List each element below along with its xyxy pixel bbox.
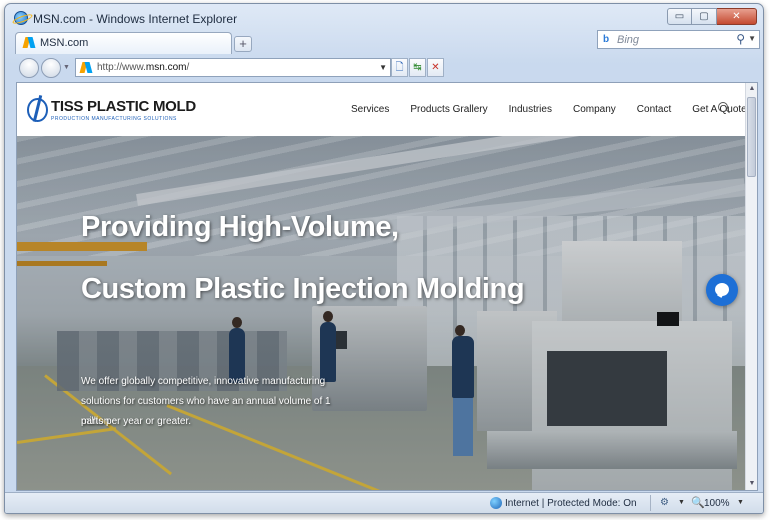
zoom-chevron-down-icon[interactable]: ▼	[737, 499, 744, 506]
logo-name: TISS PLASTIC MOLD	[51, 98, 196, 115]
url-prefix: http://www.	[97, 62, 146, 73]
hero-subtitle-line-3: parts per year or greater.	[81, 416, 192, 427]
hero-subtitle-line-1: We offer globally competitive, innovativ…	[81, 376, 326, 387]
page-viewport: TISS PLASTIC MOLD PRODUCTION MANUFACTURI…	[16, 82, 758, 491]
menu-item-company[interactable]: Company	[573, 104, 616, 115]
back-button[interactable]	[19, 58, 39, 78]
internet-explorer-icon	[14, 11, 28, 25]
scrollbar-thumb[interactable]	[747, 97, 756, 177]
search-icon[interactable]: ⚲	[736, 32, 745, 46]
vertical-scrollbar[interactable]: ▲ ▼	[745, 83, 757, 490]
refresh-icon[interactable]: ↹	[409, 58, 426, 77]
close-button[interactable]: ✕	[717, 8, 757, 25]
title-bar: MSN.com - Windows Internet Explorer ▭ ▢ …	[5, 4, 763, 32]
tab-label: MSN.com	[40, 37, 89, 49]
site-search-icon[interactable]	[718, 102, 728, 112]
address-dropdown-chevron-icon[interactable]: ▼	[379, 63, 387, 72]
navigation-bar: ▼ http://www.msn.com/ ▼ 🗋 ↹ ✕	[5, 55, 763, 81]
hero-banner: Providing High-Volume, Custom Plastic In…	[17, 136, 747, 490]
tools-chevron-down-icon[interactable]: ▼	[678, 499, 685, 506]
forward-button[interactable]	[41, 58, 61, 78]
scroll-up-icon[interactable]: ▲	[747, 84, 757, 94]
compatibility-view-icon[interactable]: 🗋	[391, 58, 408, 77]
hero-overlay	[17, 136, 747, 490]
url-suffix: /	[186, 62, 190, 73]
scroll-down-icon[interactable]: ▼	[747, 479, 757, 489]
zoom-icon[interactable]: 🔍	[691, 496, 705, 509]
status-divider	[650, 495, 651, 511]
menu-item-products-gallery[interactable]: Products Grallery	[410, 104, 487, 115]
site-menu: Services Products Grallery Industries Co…	[351, 104, 757, 115]
search-input[interactable]: Bing	[617, 34, 639, 46]
window-title: MSN.com - Windows Internet Explorer	[33, 12, 238, 26]
chat-button[interactable]	[706, 274, 738, 306]
site-header: TISS PLASTIC MOLD PRODUCTION MANUFACTURI…	[17, 83, 747, 136]
tab-msn[interactable]: MSN.com	[15, 32, 232, 54]
menu-item-contact[interactable]: Contact	[637, 104, 671, 115]
logo-mark-icon	[27, 96, 48, 122]
url-domain: msn.com	[145, 62, 187, 73]
hero-title-line-1: Providing High-Volume,	[81, 211, 399, 243]
hero-title-line-2: Custom Plastic Injection Molding	[81, 273, 525, 305]
minimize-button[interactable]: ▭	[667, 8, 692, 25]
msn-favicon-icon	[24, 37, 35, 48]
zoom-level[interactable]: 100%	[704, 498, 730, 509]
page-tools-icon[interactable]: ⚙	[660, 497, 669, 508]
address-bar[interactable]: http://www.msn.com/ ▼	[75, 58, 391, 77]
msn-favicon-icon	[81, 62, 92, 73]
internet-zone-globe-icon	[490, 497, 502, 509]
logo-tagline: PRODUCTION MANUFACTURING SOLUTIONS	[51, 116, 177, 122]
maximize-button[interactable]: ▢	[692, 8, 717, 25]
search-box[interactable]: b Bing ⚲ ▼	[597, 30, 760, 49]
status-bar: Internet | Protected Mode: On ⚙ ▼ 🔍 100%…	[5, 492, 763, 513]
address-url[interactable]: http://www.msn.com/	[97, 62, 189, 73]
menu-item-services[interactable]: Services	[351, 104, 389, 115]
search-options-chevron-icon[interactable]: ▼	[748, 34, 756, 43]
new-tab-button[interactable]: +	[234, 36, 252, 52]
window-controls: ▭ ▢ ✕	[667, 8, 757, 25]
browser-window: MSN.com - Windows Internet Explorer ▭ ▢ …	[4, 3, 764, 514]
menu-item-industries[interactable]: Industries	[509, 104, 552, 115]
security-zone-status[interactable]: Internet | Protected Mode: On	[505, 498, 637, 509]
bing-icon: b	[603, 34, 610, 45]
stop-icon[interactable]: ✕	[427, 58, 444, 77]
chat-bubble-icon	[715, 283, 729, 296]
recent-pages-chevron-icon[interactable]: ▼	[63, 64, 70, 71]
